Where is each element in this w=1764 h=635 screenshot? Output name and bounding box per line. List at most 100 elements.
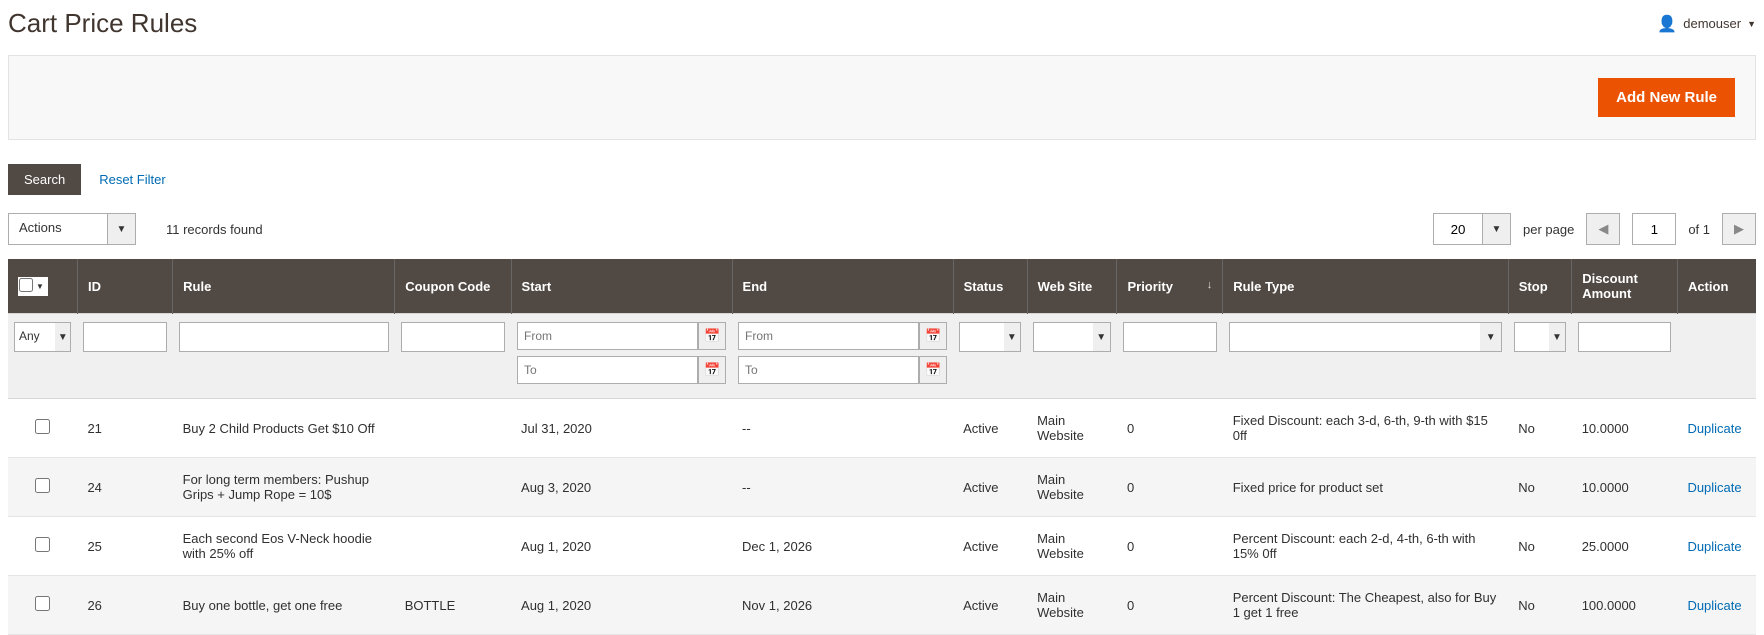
sort-arrow-icon: ↓ [1207, 279, 1213, 291]
col-header-ruletype[interactable]: Rule Type [1223, 259, 1509, 314]
cell-status: Active [953, 399, 1027, 458]
table-row[interactable]: 25Each second Eos V-Neck hoodie with 25%… [8, 517, 1756, 576]
duplicate-link[interactable]: Duplicate [1687, 421, 1741, 436]
cell-website: Main Website [1027, 576, 1117, 635]
calendar-icon[interactable]: 📅 [698, 322, 726, 350]
col-select-all: ▼ [8, 259, 77, 314]
caret-down-icon: ▼ [1093, 322, 1111, 352]
col-header-end[interactable]: End [732, 259, 953, 314]
row-checkbox[interactable] [35, 478, 50, 493]
col-header-website[interactable]: Web Site [1027, 259, 1117, 314]
calendar-icon[interactable]: 📅 [919, 356, 947, 384]
col-header-start[interactable]: Start [511, 259, 732, 314]
cell-discount: 10.0000 [1572, 458, 1678, 517]
cell-priority: 0 [1117, 458, 1223, 517]
cell-id: 21 [77, 399, 172, 458]
mass-actions-label: Actions [8, 213, 108, 245]
mass-actions-select[interactable]: Actions ▼ [8, 213, 136, 245]
cell-website: Main Website [1027, 517, 1117, 576]
caret-down-icon: ▼ [1483, 213, 1511, 245]
cell-rule: For long term members: Pushup Grips + Ju… [173, 458, 395, 517]
table-row[interactable]: 21Buy 2 Child Products Get $10 Off Jul 31… [8, 399, 1756, 458]
records-found-label: 11 records found [166, 222, 263, 237]
filter-priority-input[interactable] [1123, 322, 1217, 352]
per-page-input[interactable] [1433, 213, 1483, 245]
filter-end-to[interactable] [738, 356, 919, 384]
caret-down-icon: ▼ [1549, 322, 1565, 352]
filter-stop-select[interactable]: ▼ [1514, 322, 1565, 352]
cell-id: 25 [77, 517, 172, 576]
caret-down-icon: ▼ [1004, 322, 1021, 352]
duplicate-link[interactable]: Duplicate [1687, 598, 1741, 613]
cell-stop: No [1508, 576, 1571, 635]
cell-start: Jul 31, 2020 [511, 399, 732, 458]
row-checkbox[interactable] [35, 596, 50, 611]
caret-down-icon: ▼ [108, 213, 136, 245]
cell-stop: No [1508, 399, 1571, 458]
filter-discount-input[interactable] [1578, 322, 1672, 352]
cell-website: Main Website [1027, 458, 1117, 517]
filter-website-select[interactable]: ▼ [1033, 322, 1111, 352]
col-header-discount[interactable]: Discount Amount [1572, 259, 1678, 314]
duplicate-link[interactable]: Duplicate [1687, 539, 1741, 554]
rules-grid: ▼ ID Rule Coupon Code Start End Status W… [8, 259, 1756, 635]
cell-coupon: BOTTLE [395, 576, 511, 635]
cell-ruletype: Fixed price for product set [1223, 458, 1509, 517]
add-new-rule-button[interactable]: Add New Rule [1598, 78, 1735, 117]
cell-priority: 0 [1117, 517, 1223, 576]
cell-coupon [395, 517, 511, 576]
page-total-label: of 1 [1688, 222, 1710, 237]
cell-ruletype: Percent Discount: each 2-d, 4-th, 6-th w… [1223, 517, 1509, 576]
next-page-button[interactable]: ▶ [1722, 213, 1756, 245]
table-row[interactable]: 24For long term members: Pushup Grips + … [8, 458, 1756, 517]
col-header-status[interactable]: Status [953, 259, 1027, 314]
cell-discount: 25.0000 [1572, 517, 1678, 576]
col-header-coupon[interactable]: Coupon Code [395, 259, 511, 314]
table-row[interactable]: 26Buy one bottle, get one freeBOTTLEAug … [8, 576, 1756, 635]
search-button[interactable]: Search [8, 164, 81, 195]
per-page-select[interactable]: ▼ [1433, 213, 1511, 245]
caret-down-icon: ▼ [1480, 322, 1502, 352]
page-title: Cart Price Rules [8, 8, 197, 39]
filter-end-from[interactable] [738, 322, 919, 350]
prev-page-button[interactable]: ◀ [1586, 213, 1620, 245]
calendar-icon[interactable]: 📅 [919, 322, 947, 350]
cell-stop: No [1508, 517, 1571, 576]
col-header-id[interactable]: ID [77, 259, 172, 314]
calendar-icon[interactable]: 📅 [698, 356, 726, 384]
filter-start-from[interactable] [517, 322, 698, 350]
cell-start: Aug 1, 2020 [511, 517, 732, 576]
user-menu[interactable]: 👤 demouser ▼ [1657, 14, 1756, 34]
cell-rule: Each second Eos V-Neck hoodie with 25% o… [173, 517, 395, 576]
cell-priority: 0 [1117, 576, 1223, 635]
reset-filter-link[interactable]: Reset Filter [99, 172, 165, 187]
cell-coupon [395, 458, 511, 517]
col-header-rule[interactable]: Rule [173, 259, 395, 314]
row-checkbox[interactable] [35, 537, 50, 552]
filter-coupon-input[interactable] [401, 322, 505, 352]
cell-discount: 100.0000 [1572, 576, 1678, 635]
select-all-options[interactable]: ▼ [33, 278, 47, 295]
caret-down-icon: ▼ [55, 322, 71, 352]
cell-id: 24 [77, 458, 172, 517]
cell-ruletype: Percent Discount: The Cheapest, also for… [1223, 576, 1509, 635]
filter-rule-input[interactable] [179, 322, 389, 352]
filter-ruletype-select[interactable]: ▼ [1229, 322, 1503, 352]
cell-start: Aug 1, 2020 [511, 576, 732, 635]
filter-status-select[interactable]: ▼ [959, 322, 1021, 352]
filter-select-any[interactable]: Any ▼ [14, 322, 71, 352]
filter-id-input[interactable] [83, 322, 166, 352]
priority-label: Priority [1127, 279, 1173, 294]
col-header-stop[interactable]: Stop [1508, 259, 1571, 314]
cell-rule: Buy 2 Child Products Get $10 Off [173, 399, 395, 458]
cell-status: Active [953, 517, 1027, 576]
col-header-priority[interactable]: Priority ↓ [1117, 259, 1223, 314]
duplicate-link[interactable]: Duplicate [1687, 480, 1741, 495]
cell-stop: No [1508, 458, 1571, 517]
user-icon: 👤 [1657, 14, 1677, 34]
current-page-input[interactable] [1632, 213, 1676, 245]
select-all-checkbox[interactable] [19, 278, 33, 292]
filter-start-to[interactable] [517, 356, 698, 384]
cell-website: Main Website [1027, 399, 1117, 458]
row-checkbox[interactable] [35, 419, 50, 434]
